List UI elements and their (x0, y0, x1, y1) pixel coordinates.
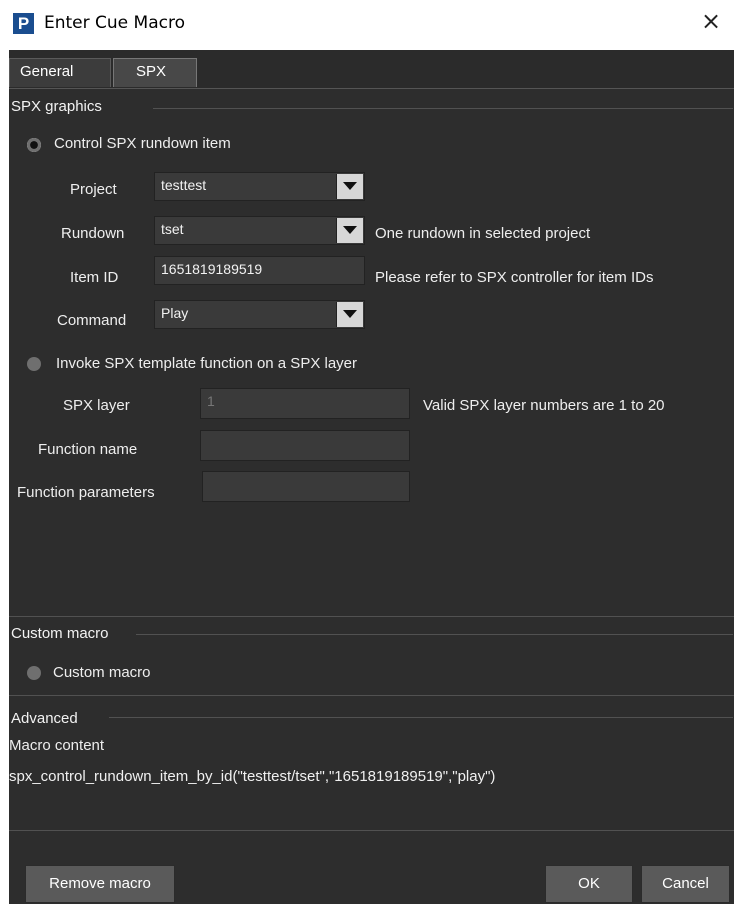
project-combobox[interactable]: testtest (154, 172, 365, 201)
rundown-combobox[interactable]: tset (154, 216, 365, 245)
tab-general[interactable]: General (9, 58, 111, 87)
spx-layer-label: SPX layer (63, 397, 130, 414)
chevron-down-icon[interactable] (336, 302, 363, 327)
item-id-label: Item ID (70, 269, 119, 286)
function-parameters-input[interactable] (202, 471, 410, 502)
function-name-input[interactable] (200, 430, 410, 461)
custom-macro-label[interactable]: Custom macro (53, 664, 151, 681)
command-value: Play (161, 305, 189, 321)
section-divider (9, 695, 734, 696)
group-divider (109, 717, 733, 718)
invoke-function-radio[interactable] (27, 357, 41, 371)
tab-spx[interactable]: SPX (113, 58, 197, 87)
item-id-hint: Please refer to SPX controller for item … (375, 269, 654, 286)
app-logo-icon: P (13, 13, 34, 34)
item-id-input[interactable]: 1651819189519 (154, 256, 365, 285)
custom-macro-group-title: Custom macro (11, 625, 109, 642)
function-parameters-label: Function parameters (17, 484, 155, 501)
cancel-button[interactable]: Cancel (641, 865, 730, 903)
function-name-label: Function name (38, 441, 138, 458)
window-title: Enter Cue Macro (44, 13, 185, 33)
chevron-down-icon[interactable] (336, 174, 363, 199)
group-divider (153, 108, 733, 109)
macro-content-text: spx_control_rundown_item_by_id("testtest… (9, 768, 496, 785)
project-value: testtest (161, 177, 207, 193)
spx-layer-hint: Valid SPX layer numbers are 1 to 20 (423, 397, 665, 414)
section-divider (9, 830, 734, 831)
command-combobox[interactable]: Play (154, 300, 365, 329)
macro-content-label: Macro content (9, 737, 105, 754)
dialog-body: General SPX SPX graphics Control SPX run… (9, 50, 734, 904)
control-rundown-radio[interactable] (27, 138, 41, 152)
group-divider (136, 634, 733, 635)
close-icon[interactable]: × (696, 6, 726, 36)
advanced-group-title: Advanced (11, 710, 78, 727)
spx-graphics-group-title: SPX graphics (11, 98, 102, 115)
remove-macro-button[interactable]: Remove macro (25, 865, 175, 903)
custom-macro-radio[interactable] (27, 666, 41, 680)
dialog-window: P Enter Cue Macro × General SPX SPX grap… (0, 0, 734, 904)
rundown-value: tset (161, 221, 184, 237)
rundown-label: Rundown (61, 225, 125, 242)
control-rundown-label[interactable]: Control SPX rundown item (54, 135, 231, 152)
invoke-function-label[interactable]: Invoke SPX template function on a SPX la… (56, 355, 357, 372)
chevron-down-icon[interactable] (336, 218, 363, 243)
section-divider (9, 616, 734, 617)
spx-layer-input[interactable]: 1 (200, 388, 410, 419)
title-bar: P Enter Cue Macro × (0, 0, 734, 50)
tab-strip: General SPX (9, 50, 734, 89)
ok-button[interactable]: OK (545, 865, 633, 903)
command-label: Command (57, 312, 127, 329)
project-label: Project (70, 181, 117, 198)
rundown-hint: One rundown in selected project (375, 225, 591, 242)
